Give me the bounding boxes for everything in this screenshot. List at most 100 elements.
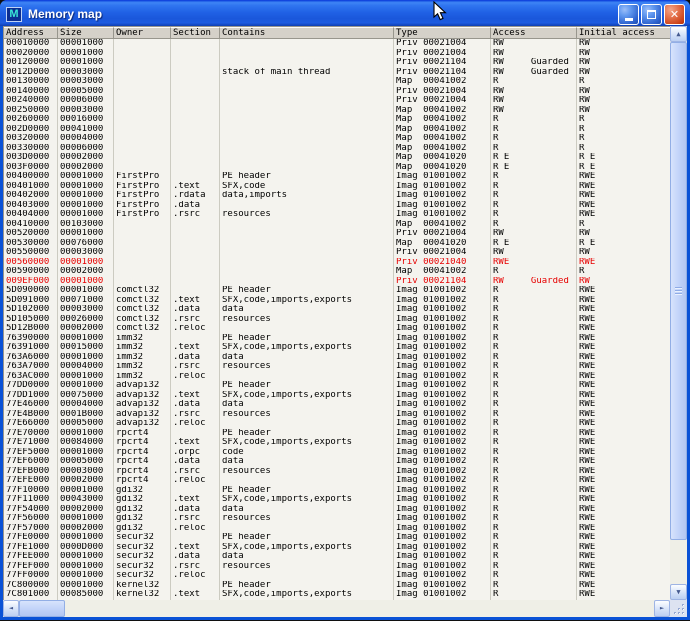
cell-access: R E [491, 163, 577, 173]
scroll-up-button[interactable]: ▲ [670, 26, 687, 42]
cell-section: .rsrc [171, 514, 220, 524]
table-row[interactable]: 763A700000004000imm32.rsrcresourcesImag … [4, 362, 670, 372]
table-row[interactable]: 5D09000000001000comctl32PE headerImag 01… [4, 286, 670, 296]
table-row[interactable]: 77EF500000001000rpcrt4.orpccodeImag 0100… [4, 448, 670, 458]
table-row[interactable]: 77E4B0000001B000advapi32.rsrcresourcesIm… [4, 410, 670, 420]
cell-contains: data [220, 305, 394, 315]
horizontal-scroll-track[interactable] [19, 600, 654, 617]
table-row[interactable]: 0040000000001000FirstProPE headerImag 01… [4, 172, 670, 182]
vertical-scroll-track[interactable] [670, 42, 687, 584]
table-row[interactable]: 002D000000041000Map 00041002RR [4, 125, 670, 135]
table-row[interactable]: 0040200000001000FirstPro.rdatadata,impor… [4, 191, 670, 201]
table-row[interactable]: 77FE000000001000secur32PE headerImag 010… [4, 533, 670, 543]
column-header-access[interactable]: Access [491, 27, 577, 39]
horizontal-scrollbar[interactable]: ◄ ► [3, 600, 670, 617]
table-row[interactable]: 77FEE00000001000secur32.datadataImag 010… [4, 552, 670, 562]
cell-access: R [491, 343, 577, 353]
cell-contains: resources [220, 514, 394, 524]
table-row[interactable]: 77FEF00000001000secur32.rsrcresourcesIma… [4, 562, 670, 572]
table-row[interactable]: 0056000000001000Priv 00021040RWERWE [4, 258, 670, 268]
table-row[interactable]: 5D12B00000002000comctl32.relocImag 01001… [4, 324, 670, 334]
table-row[interactable]: 77FE10000000D000secur32.textSFX,code,imp… [4, 543, 670, 553]
table-row[interactable]: 77F1100000043000gdi32.textSFX,code,impor… [4, 495, 670, 505]
table-row[interactable]: 763A600000001000imm32.datadataImag 01001… [4, 353, 670, 363]
table-row[interactable]: 0014000000005000Priv 00021004RWRW [4, 87, 670, 97]
table-row[interactable]: 009EF00000001000Priv 00021104RW GuardedR… [4, 277, 670, 287]
table-row[interactable]: 0012000000001000Priv 00021104RW GuardedR… [4, 58, 670, 68]
title-bar[interactable]: M Memory map ✕ [0, 0, 690, 26]
table-row[interactable]: 77E4600000004000advapi32.datadataImag 01… [4, 400, 670, 410]
table-row[interactable]: 7639100000015000imm32.textSFX,code,impor… [4, 343, 670, 353]
table-row[interactable]: 003D000000002000Map 00041020R ER E [4, 153, 670, 163]
table-row[interactable]: 77F1000000001000gdi32PE headerImag 01001… [4, 486, 670, 496]
table-row[interactable]: 0055000000003000Priv 00021004RWRW [4, 248, 670, 258]
scroll-down-button[interactable]: ▼ [670, 584, 687, 600]
close-button[interactable]: ✕ [664, 4, 685, 25]
cell-contains [220, 419, 394, 429]
resize-grip[interactable] [670, 600, 687, 617]
table-row[interactable]: 77F5400000002000gdi32.datadataImag 01001… [4, 505, 670, 515]
table-row[interactable]: 77DD000000001000advapi32PE headerImag 01… [4, 381, 670, 391]
table-row[interactable]: 77DD100000075000advapi32.textSFX,code,im… [4, 391, 670, 401]
cell-type: Imag 01001002 [394, 172, 491, 182]
cell-initial: R [577, 134, 670, 144]
table-row[interactable]: 0012D00000003000stack of main threadPriv… [4, 68, 670, 78]
table-row[interactable]: 0033000000006000Map 00041002RR [4, 144, 670, 154]
table-row[interactable]: 5D10200000003000comctl32.datadataImag 01… [4, 305, 670, 315]
table-row[interactable]: 003F000000002000Map 00041020R ER E [4, 163, 670, 173]
table-row[interactable]: 5D09100000071000comctl32.textSFX,code,im… [4, 296, 670, 306]
table-row[interactable]: 0040400000001000FirstPro.rsrcresourcesIm… [4, 210, 670, 220]
cell-section: .data [171, 353, 220, 363]
cell-size: 00001000 [58, 552, 114, 562]
table-row[interactable]: 77E6600000005000advapi32.relocImag 01001… [4, 419, 670, 429]
table-row[interactable]: 763AC00000001000imm32.relocImag 01001002… [4, 372, 670, 382]
column-header-address[interactable]: Address [4, 27, 58, 39]
table-row[interactable]: 0059000000002000Map 00041002RR [4, 267, 670, 277]
table-row[interactable]: 0026000000016000Map 00041002RR [4, 115, 670, 125]
maximize-button[interactable] [641, 4, 662, 25]
cell-size: 00004000 [58, 134, 114, 144]
vertical-scrollbar[interactable]: ▲ ▼ [670, 26, 687, 600]
column-header-contains[interactable]: Contains [220, 27, 394, 39]
table-row[interactable]: 0032000000004000Map 00041002RR [4, 134, 670, 144]
table-row[interactable]: 7C80000000001000kernel32PE headerImag 01… [4, 581, 670, 591]
minimize-button[interactable] [618, 4, 639, 25]
table-row[interactable]: 0013000000003000Map 00041002RR [4, 77, 670, 87]
cell-section: .rsrc [171, 362, 220, 372]
table-row[interactable]: 0040100000001000FirstPro.textSFX,codeIma… [4, 182, 670, 192]
column-header-type[interactable]: Type [394, 27, 491, 39]
table-row[interactable]: 77E7100000084000rpcrt4.textSFX,code,impo… [4, 438, 670, 448]
table-row[interactable]: 0001000000001000Priv 00021004RWRW [4, 39, 670, 49]
cell-address: 00403000 [4, 201, 58, 211]
column-header-initial[interactable]: Initial access [577, 27, 670, 39]
table-row[interactable]: 77F5600000001000gdi32.rsrcresourcesImag … [4, 514, 670, 524]
table-row[interactable]: 77EFE00000002000rpcrt4.relocImag 0100100… [4, 476, 670, 486]
column-header-section[interactable]: Section [171, 27, 220, 39]
table-row[interactable]: 77EFB00000003000rpcrt4.rsrcresourcesImag… [4, 467, 670, 477]
cell-section: .data [171, 552, 220, 562]
table-row[interactable]: 0002000000001000Priv 00021004RWRW [4, 49, 670, 59]
table-row[interactable]: 77FF000000001000secur32.relocImag 010010… [4, 571, 670, 581]
table-row[interactable]: 0040300000001000FirstPro.dataImag 010010… [4, 201, 670, 211]
table-row[interactable]: 0025000000003000Map 00041002RWRW [4, 106, 670, 116]
table-row[interactable]: 5D10500000026000comctl32.rsrcresourcesIm… [4, 315, 670, 325]
vertical-scroll-thumb[interactable] [670, 42, 687, 540]
cell-owner: imm32 [114, 372, 171, 382]
table-row[interactable]: 77EF600000005000rpcrt4.datadataImag 0100… [4, 457, 670, 467]
table-row[interactable]: 77E7000000001000rpcrt4PE headerImag 0100… [4, 429, 670, 439]
cell-section [171, 49, 220, 59]
table-row[interactable]: 77F5700000002000gdi32.relocImag 01001002… [4, 524, 670, 534]
table-row[interactable]: 0052000000001000Priv 00021004RWRW [4, 229, 670, 239]
scroll-right-button[interactable]: ► [654, 600, 670, 617]
cell-type: Imag 01001002 [394, 391, 491, 401]
table-row[interactable]: 0053000000076000Map 00041020R ER E [4, 239, 670, 249]
table-row[interactable]: 0024000000006000Priv 00021004RWRW [4, 96, 670, 106]
column-header-size[interactable]: Size [58, 27, 114, 39]
column-header-owner[interactable]: Owner [114, 27, 171, 39]
scroll-left-button[interactable]: ◄ [3, 600, 19, 617]
cell-access: R [491, 400, 577, 410]
horizontal-scroll-thumb[interactable] [19, 600, 65, 617]
table-row[interactable]: 0041000000103000Map 00041002RR [4, 220, 670, 230]
table-row[interactable]: 7C80100000085000kernel32.textSFX,code,im… [4, 590, 670, 600]
table-row[interactable]: 7639000000001000imm32PE headerImag 01001… [4, 334, 670, 344]
